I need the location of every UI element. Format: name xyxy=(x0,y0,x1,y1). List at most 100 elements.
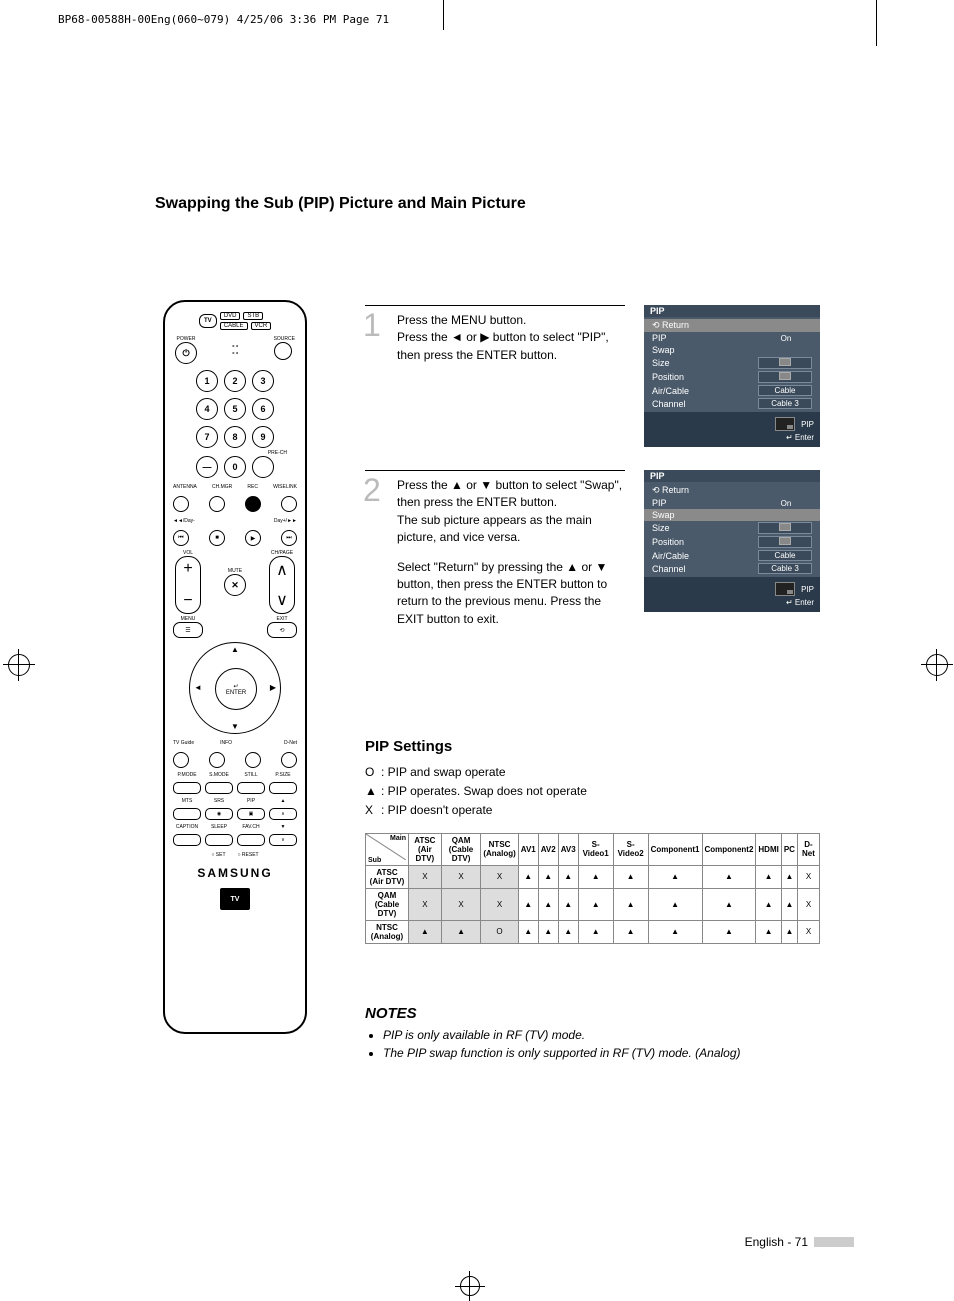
power-label: POWER xyxy=(175,336,197,342)
pip-settings-title: PIP Settings xyxy=(365,738,820,755)
table-col-header: Component1 xyxy=(648,833,702,865)
table-cell: ▲ xyxy=(578,865,613,888)
info-btn xyxy=(209,752,225,768)
table-cell: ▲ xyxy=(756,888,781,920)
step-2: 2 Press the ▲ or ▼ button to select "Swa… xyxy=(365,470,625,628)
table-row-header: ATSC(Air DTV) xyxy=(366,865,409,888)
vol-rocker: +− xyxy=(175,556,201,614)
table-cell: X xyxy=(797,888,819,920)
antenna-label: ANTENNA xyxy=(173,484,197,490)
rewind-btn: ⏮ xyxy=(173,530,189,546)
num-dash: — xyxy=(196,456,218,478)
osd1-row-size: Size xyxy=(644,356,820,370)
table-col-header: S-Video1 xyxy=(578,833,613,865)
step-1-text: Press the MENU button. Press the ◄ or ▶ … xyxy=(397,312,625,364)
table-row-header: QAM(Cable DTV) xyxy=(366,888,409,920)
tvguide-logo: TV xyxy=(220,888,250,910)
osd1-return: ⟲ Return xyxy=(644,319,820,332)
num-5: 5 xyxy=(224,398,246,420)
table-col-header: AV3 xyxy=(558,833,578,865)
table-cell: ▲ xyxy=(538,865,558,888)
num-8: 8 xyxy=(224,426,246,448)
table-cell: ▲ xyxy=(538,888,558,920)
ch-rocker: ∧∨ xyxy=(269,556,295,614)
num-2: 2 xyxy=(224,370,246,392)
table-cell: ▲ xyxy=(648,865,702,888)
remote-tv: TV xyxy=(199,314,217,328)
forward-label: Day+/►► xyxy=(274,518,297,524)
table-col-header: NTSC(Analog) xyxy=(481,833,518,865)
table-cell: X xyxy=(409,865,442,888)
pmode-label: P.MODE xyxy=(173,772,201,778)
table-cell: ▲ xyxy=(781,865,797,888)
psize-label: P.SIZE xyxy=(269,772,297,778)
wiselink-label: WISELINK xyxy=(273,484,297,490)
table-cell: ▲ xyxy=(558,920,578,943)
osd1-row-pip: PIPOn xyxy=(644,332,820,344)
num-4: 4 xyxy=(196,398,218,420)
table-cell: ▲ xyxy=(558,865,578,888)
rewind-label: ◄◄/Day- xyxy=(173,518,195,524)
sleep-btn xyxy=(205,834,233,846)
pip-icon xyxy=(775,582,795,596)
table-col-header: HDMI xyxy=(756,833,781,865)
chmgr-btn xyxy=(209,496,225,512)
osd2-row-channel: ChannelCable 3 xyxy=(644,562,820,575)
vol-label: VOL xyxy=(175,550,201,556)
table-col-header: ATSC(Air DTV) xyxy=(409,833,442,865)
num-7: 7 xyxy=(196,426,218,448)
srs-label: SRS xyxy=(205,798,233,804)
forward-btn: ⏭ xyxy=(281,530,297,546)
favch-label: FAV.CH xyxy=(237,824,265,830)
rec-btn xyxy=(245,496,261,512)
pip-compatibility-table: Main Sub ATSC(Air DTV)QAM(Cable DTV)NTSC… xyxy=(365,833,820,944)
crop-mark-bottom-circle xyxy=(460,1276,480,1296)
brand-logo: SAMSUNG xyxy=(165,866,305,880)
table-cell: ▲ xyxy=(648,920,702,943)
table-cell: ▲ xyxy=(558,888,578,920)
remote-vcr: VCR xyxy=(251,322,272,330)
dnet-label: D-Net xyxy=(284,740,297,746)
menu-label: MENU xyxy=(173,616,203,622)
remote-dvd: DVD xyxy=(220,312,241,320)
step-2-number: 2 xyxy=(363,472,381,509)
dnet-btn xyxy=(281,752,297,768)
table-cell: ▲ xyxy=(518,888,538,920)
table-cell: ▲ xyxy=(702,865,756,888)
num-6: 6 xyxy=(252,398,274,420)
mute-button: ✕ xyxy=(224,574,246,596)
table-col-header: D-Net xyxy=(797,833,819,865)
blank-btn xyxy=(245,752,261,768)
chpage-label: CH/PAGE xyxy=(269,550,295,556)
reset-label: ○ RESET xyxy=(238,852,259,858)
osd2-row-size: Size xyxy=(644,521,820,535)
osd1-row-aircable: Air/CableCable xyxy=(644,384,820,397)
table-cell: ▲ xyxy=(409,920,442,943)
osd2-title: PIP xyxy=(644,470,820,482)
pip-settings-section: PIP Settings O: PIP and swap operate ▲: … xyxy=(365,738,820,944)
table-col-header: AV1 xyxy=(518,833,538,865)
enter-button: ↵ENTER xyxy=(215,668,257,710)
table-cell: O xyxy=(481,920,518,943)
table-cell: ▲ xyxy=(648,888,702,920)
tvguide-label: TV Guide xyxy=(173,740,194,746)
source-button xyxy=(274,342,292,360)
table-cell: ▲ xyxy=(518,865,538,888)
table-cell: ▲ xyxy=(702,888,756,920)
still-label: STILL xyxy=(237,772,265,778)
pip-btn: ▣ xyxy=(237,808,265,820)
mute-label: MUTE xyxy=(224,568,246,574)
num-9: 9 xyxy=(252,426,274,448)
up-btn: ∧ xyxy=(269,808,297,820)
table-cell: X xyxy=(441,888,481,920)
table-col-header: AV2 xyxy=(538,833,558,865)
note-item: The PIP swap function is only supported … xyxy=(383,1044,820,1062)
registration-mark-right xyxy=(926,654,948,676)
caption-btn xyxy=(173,834,201,846)
page-footer: English - 71 xyxy=(745,1235,854,1249)
table-cell: ▲ xyxy=(538,920,558,943)
notes-list: PIP is only available in RF (TV) mode. T… xyxy=(365,1026,820,1062)
play-btn: ▶ xyxy=(245,530,261,546)
osd1-title: PIP xyxy=(644,305,820,317)
num-3: 3 xyxy=(252,370,274,392)
